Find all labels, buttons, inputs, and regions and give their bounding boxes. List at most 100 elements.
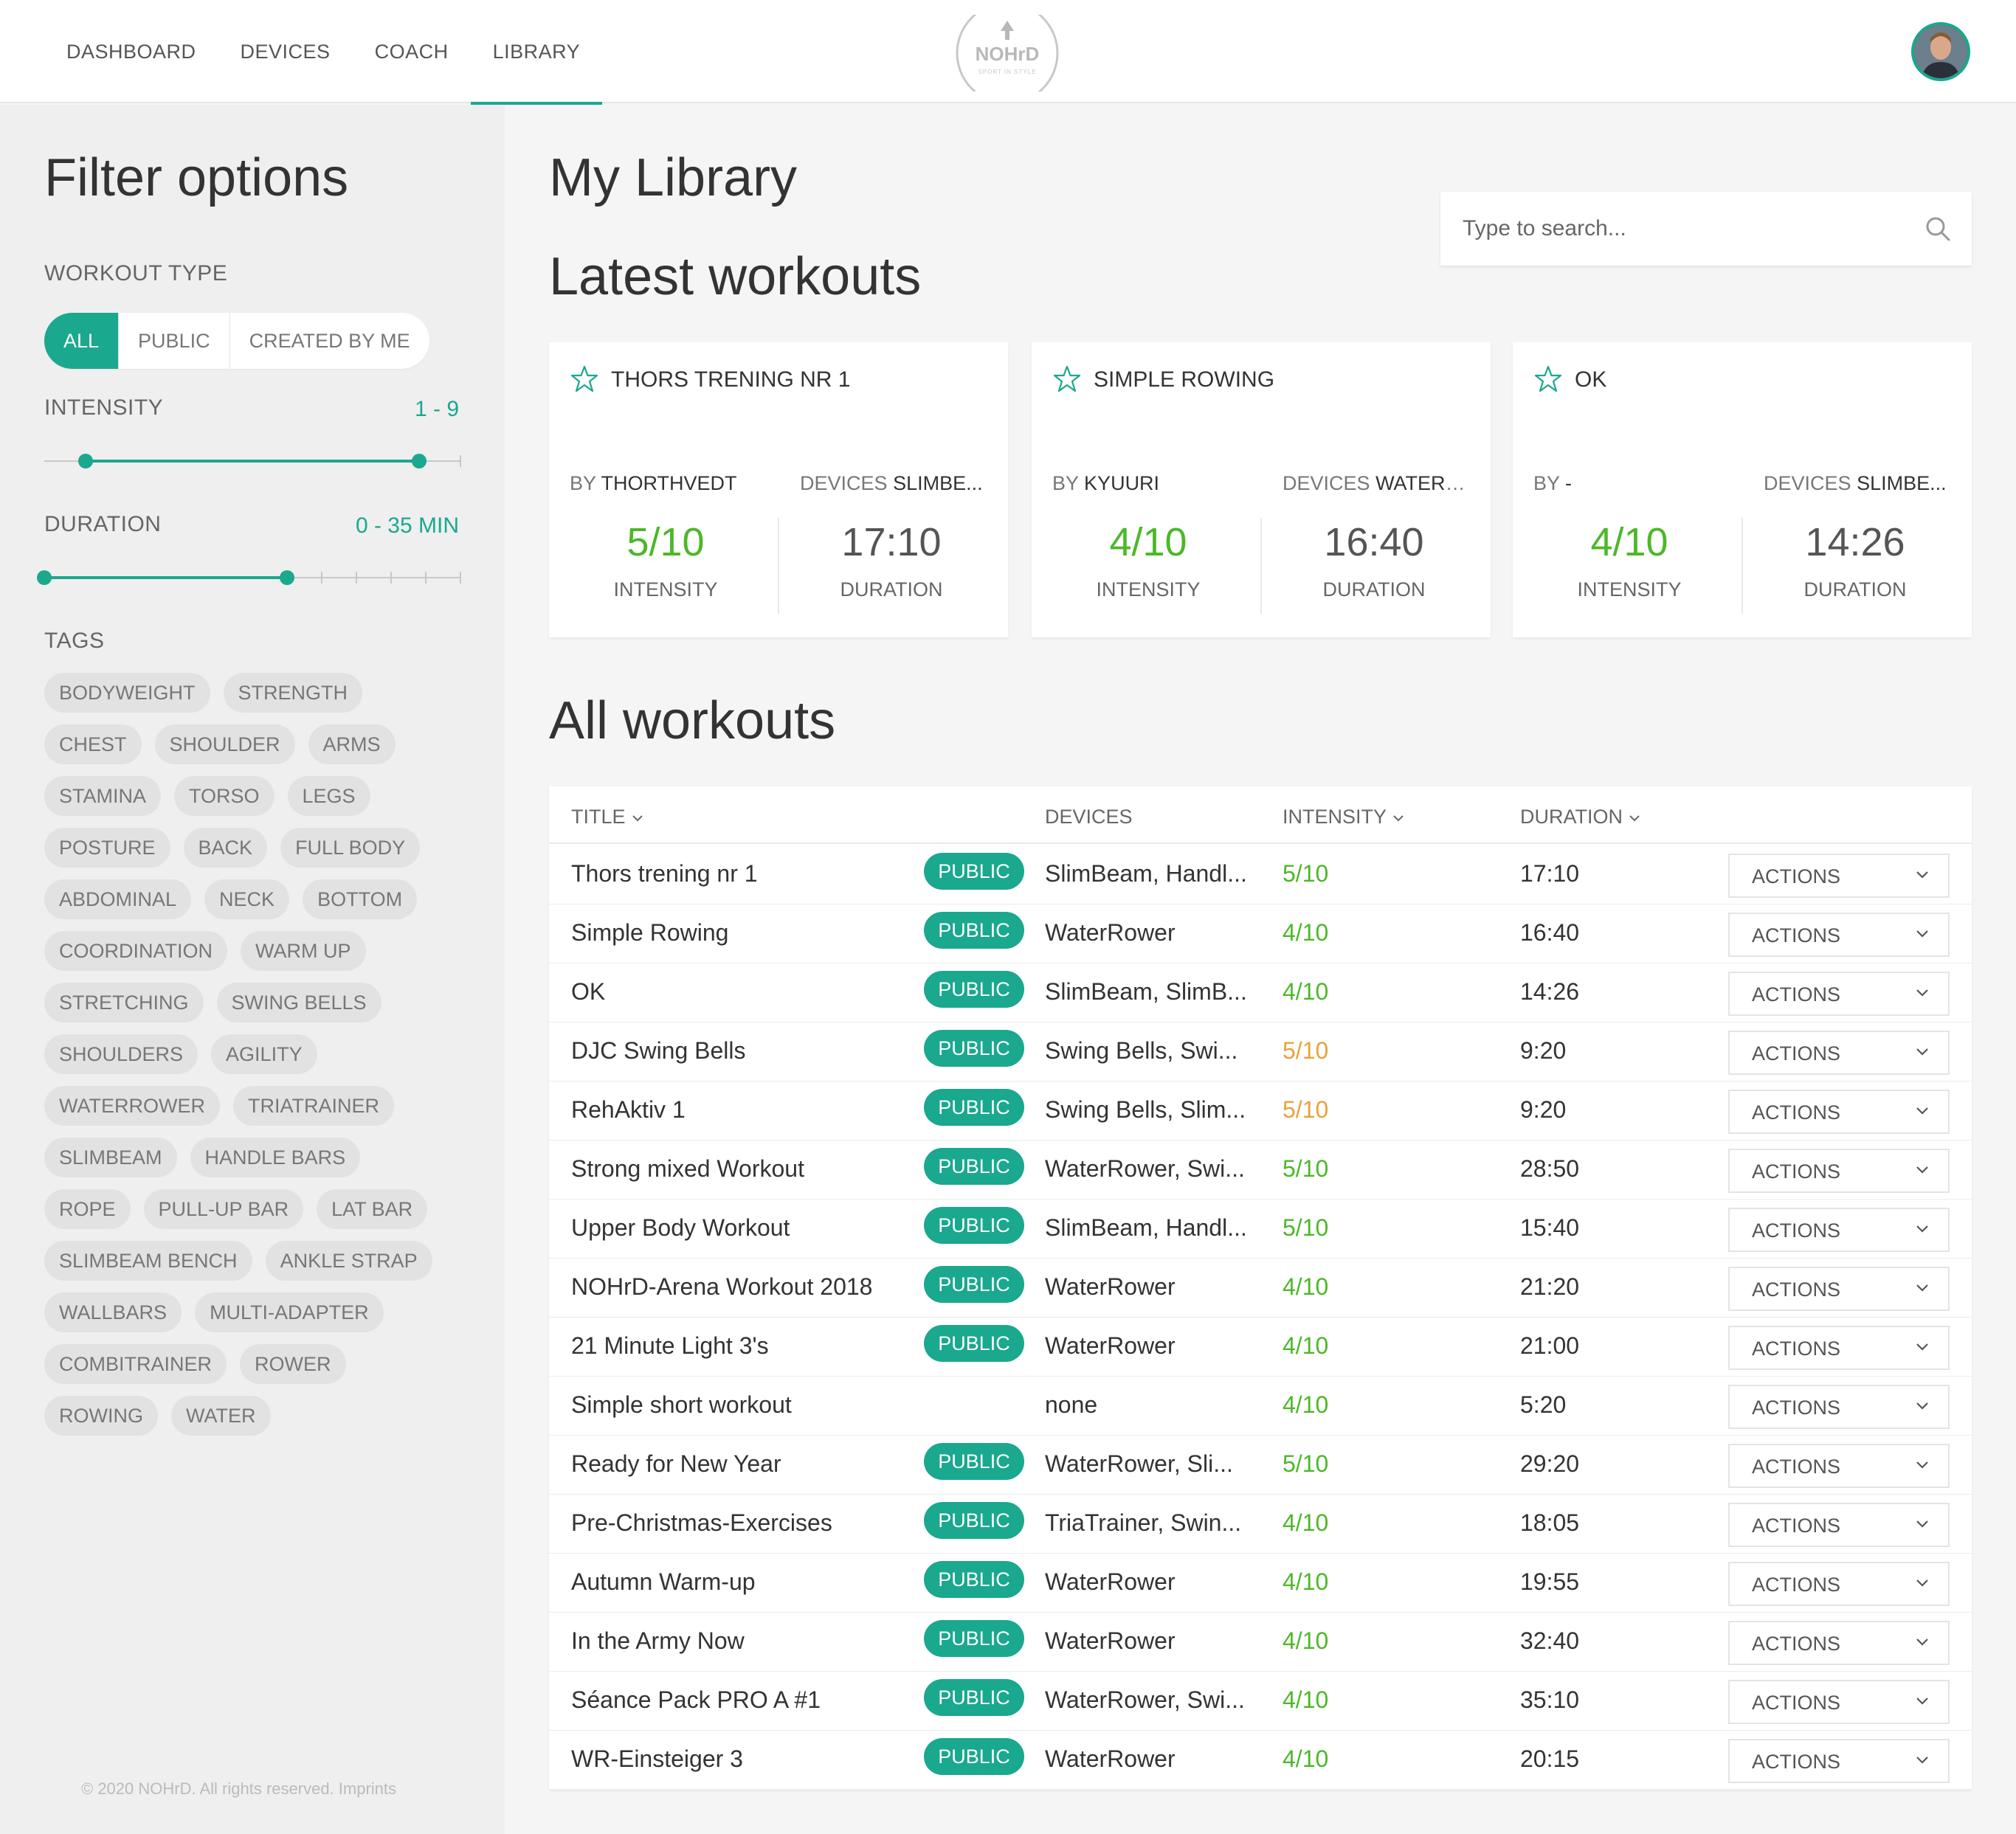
table-row[interactable]: Thors trening nr 1 PUBLIC SlimBeam, Hand…: [549, 845, 1972, 904]
table-row[interactable]: OK PUBLIC SlimBeam, SlimB... 4/10 14:26 …: [549, 963, 1972, 1022]
user-avatar[interactable]: [1911, 22, 1970, 81]
row-title[interactable]: In the Army Now: [571, 1627, 745, 1655]
star-icon[interactable]: [1052, 364, 1082, 394]
actions-dropdown[interactable]: ACTIONS: [1728, 1680, 1950, 1724]
intensity-max-handle[interactable]: [411, 454, 427, 468]
star-icon[interactable]: [570, 364, 599, 394]
tag-chip[interactable]: ANKLE STRAP: [265, 1241, 432, 1281]
row-title[interactable]: Pre-Christmas-Exercises: [571, 1509, 832, 1537]
tag-chip[interactable]: CHEST: [44, 724, 142, 764]
header-duration[interactable]: DURATION: [1520, 806, 1640, 828]
nav-dashboard[interactable]: DASHBOARD: [44, 0, 218, 103]
nav-devices[interactable]: DEVICES: [218, 0, 353, 103]
tag-chip[interactable]: LAT BAR: [317, 1189, 428, 1229]
actions-dropdown[interactable]: ACTIONS: [1728, 1385, 1950, 1429]
tag-chip[interactable]: WATER: [171, 1396, 271, 1436]
tag-chip[interactable]: STRENGTH: [223, 673, 363, 713]
tag-chip[interactable]: MULTI-ADAPTER: [195, 1293, 384, 1332]
row-title[interactable]: Thors trening nr 1: [571, 860, 758, 887]
actions-dropdown[interactable]: ACTIONS: [1728, 1503, 1950, 1547]
tag-chip[interactable]: AGILITY: [211, 1034, 317, 1074]
row-title[interactable]: OK: [571, 978, 605, 1006]
tag-chip[interactable]: SLIMBEAM BENCH: [44, 1241, 252, 1281]
tag-chip[interactable]: BACK: [183, 828, 268, 868]
row-title[interactable]: RehAktiv 1: [571, 1096, 686, 1124]
table-row[interactable]: NOHrD-Arena Workout 2018 PUBLIC WaterRow…: [549, 1259, 1972, 1318]
table-row[interactable]: 21 Minute Light 3's PUBLIC WaterRower 4/…: [549, 1318, 1972, 1377]
actions-dropdown[interactable]: ACTIONS: [1728, 913, 1950, 957]
table-row[interactable]: Séance Pack PRO A #1 PUBLIC WaterRower, …: [549, 1672, 1972, 1731]
tag-chip[interactable]: ARMS: [308, 724, 396, 764]
nav-coach[interactable]: COACH: [353, 0, 471, 103]
table-row[interactable]: Strong mixed Workout PUBLIC WaterRower, …: [549, 1141, 1972, 1200]
actions-dropdown[interactable]: ACTIONS: [1728, 1149, 1950, 1193]
tag-chip[interactable]: ROPE: [44, 1189, 131, 1229]
table-row[interactable]: RehAktiv 1 PUBLIC Swing Bells, Slim... 5…: [549, 1082, 1972, 1141]
tag-chip[interactable]: NECK: [204, 879, 290, 919]
actions-dropdown[interactable]: ACTIONS: [1728, 1562, 1950, 1606]
actions-dropdown[interactable]: ACTIONS: [1728, 1090, 1950, 1134]
header-intensity[interactable]: INTENSITY: [1283, 806, 1404, 828]
header-title[interactable]: TITLE: [571, 806, 643, 828]
nav-library[interactable]: LIBRARY: [470, 0, 603, 105]
actions-dropdown[interactable]: ACTIONS: [1728, 1444, 1950, 1488]
search-icon[interactable]: [1924, 215, 1951, 242]
row-title[interactable]: Simple short workout: [571, 1391, 792, 1419]
tag-chip[interactable]: BODYWEIGHT: [44, 673, 210, 713]
tag-chip[interactable]: TRIATRAINER: [232, 1086, 394, 1126]
tag-chip[interactable]: COMBITRAINER: [44, 1344, 227, 1384]
tag-chip[interactable]: WATERROWER: [44, 1086, 220, 1126]
tag-chip[interactable]: LEGS: [287, 776, 370, 816]
table-row[interactable]: Pre-Christmas-Exercises PUBLIC TriaTrain…: [549, 1495, 1972, 1554]
tag-chip[interactable]: HANDLE BARS: [190, 1138, 361, 1177]
tag-chip[interactable]: SHOULDER: [154, 724, 295, 764]
star-icon[interactable]: [1533, 364, 1563, 394]
actions-dropdown[interactable]: ACTIONS: [1728, 1326, 1950, 1370]
table-row[interactable]: Simple short workout none 4/10 5:20 ACTI…: [549, 1377, 1972, 1436]
tag-chip[interactable]: STRETCHING: [44, 983, 204, 1022]
row-title[interactable]: Upper Body Workout: [571, 1214, 790, 1242]
tag-chip[interactable]: WARM UP: [241, 931, 366, 971]
row-title[interactable]: WR-Einsteiger 3: [571, 1745, 743, 1773]
duration-slider[interactable]: [37, 570, 461, 585]
table-row[interactable]: DJC Swing Bells PUBLIC Swing Bells, Swi.…: [549, 1022, 1972, 1082]
workout-card[interactable]: THORS TRENING NR 1 BY THORTHVEDT DEVICES…: [549, 342, 1008, 637]
tag-chip[interactable]: POSTURE: [44, 828, 170, 868]
row-title[interactable]: Strong mixed Workout: [571, 1155, 804, 1183]
actions-dropdown[interactable]: ACTIONS: [1728, 1031, 1950, 1075]
duration-min-handle[interactable]: [37, 570, 52, 585]
workout-type-created-by-me[interactable]: CREATED BY ME: [230, 313, 429, 369]
workout-type-public[interactable]: PUBLIC: [119, 313, 230, 369]
row-title[interactable]: NOHrD-Arena Workout 2018: [571, 1273, 872, 1301]
row-title[interactable]: DJC Swing Bells: [571, 1037, 746, 1065]
actions-dropdown[interactable]: ACTIONS: [1728, 1739, 1950, 1783]
tag-chip[interactable]: FULL BODY: [280, 828, 421, 868]
tag-chip[interactable]: SWING BELLS: [216, 983, 382, 1022]
actions-dropdown[interactable]: ACTIONS: [1728, 1208, 1950, 1252]
table-row[interactable]: In the Army Now PUBLIC WaterRower 4/10 3…: [549, 1613, 1972, 1672]
workout-type-all[interactable]: ALL: [44, 313, 120, 369]
tag-chip[interactable]: SHOULDERS: [44, 1034, 199, 1074]
duration-max-handle[interactable]: [280, 570, 294, 585]
table-row[interactable]: Simple Rowing PUBLIC WaterRower 4/10 16:…: [549, 904, 1972, 963]
table-row[interactable]: WR-Einsteiger 3 PUBLIC WaterRower 4/10 2…: [549, 1731, 1972, 1790]
row-title[interactable]: 21 Minute Light 3's: [571, 1332, 769, 1360]
intensity-min-handle[interactable]: [78, 454, 94, 468]
nohrd-logo[interactable]: NOHrD SPORT IN STYLE: [954, 15, 1060, 91]
actions-dropdown[interactable]: ACTIONS: [1728, 1267, 1950, 1311]
row-title[interactable]: Simple Rowing: [571, 919, 728, 947]
tag-chip[interactable]: ROWER: [240, 1344, 346, 1384]
workout-card[interactable]: SIMPLE ROWING BY KYUURI DEVICES WATERR..…: [1032, 342, 1491, 637]
tag-chip[interactable]: TORSO: [174, 776, 275, 816]
search-input[interactable]: [1463, 192, 1905, 266]
intensity-slider[interactable]: [44, 454, 461, 468]
tag-chip[interactable]: ROWING: [44, 1396, 158, 1436]
row-title[interactable]: Séance Pack PRO A #1: [571, 1686, 821, 1714]
actions-dropdown[interactable]: ACTIONS: [1728, 854, 1950, 898]
row-title[interactable]: Ready for New Year: [571, 1450, 781, 1478]
tag-chip[interactable]: BOTTOM: [303, 879, 418, 919]
table-row[interactable]: Ready for New Year PUBLIC WaterRower, Sl…: [549, 1436, 1972, 1495]
tag-chip[interactable]: SLIMBEAM: [44, 1138, 177, 1177]
table-row[interactable]: Upper Body Workout PUBLIC SlimBeam, Hand…: [549, 1200, 1972, 1259]
tag-chip[interactable]: PULL-UP BAR: [143, 1189, 304, 1229]
